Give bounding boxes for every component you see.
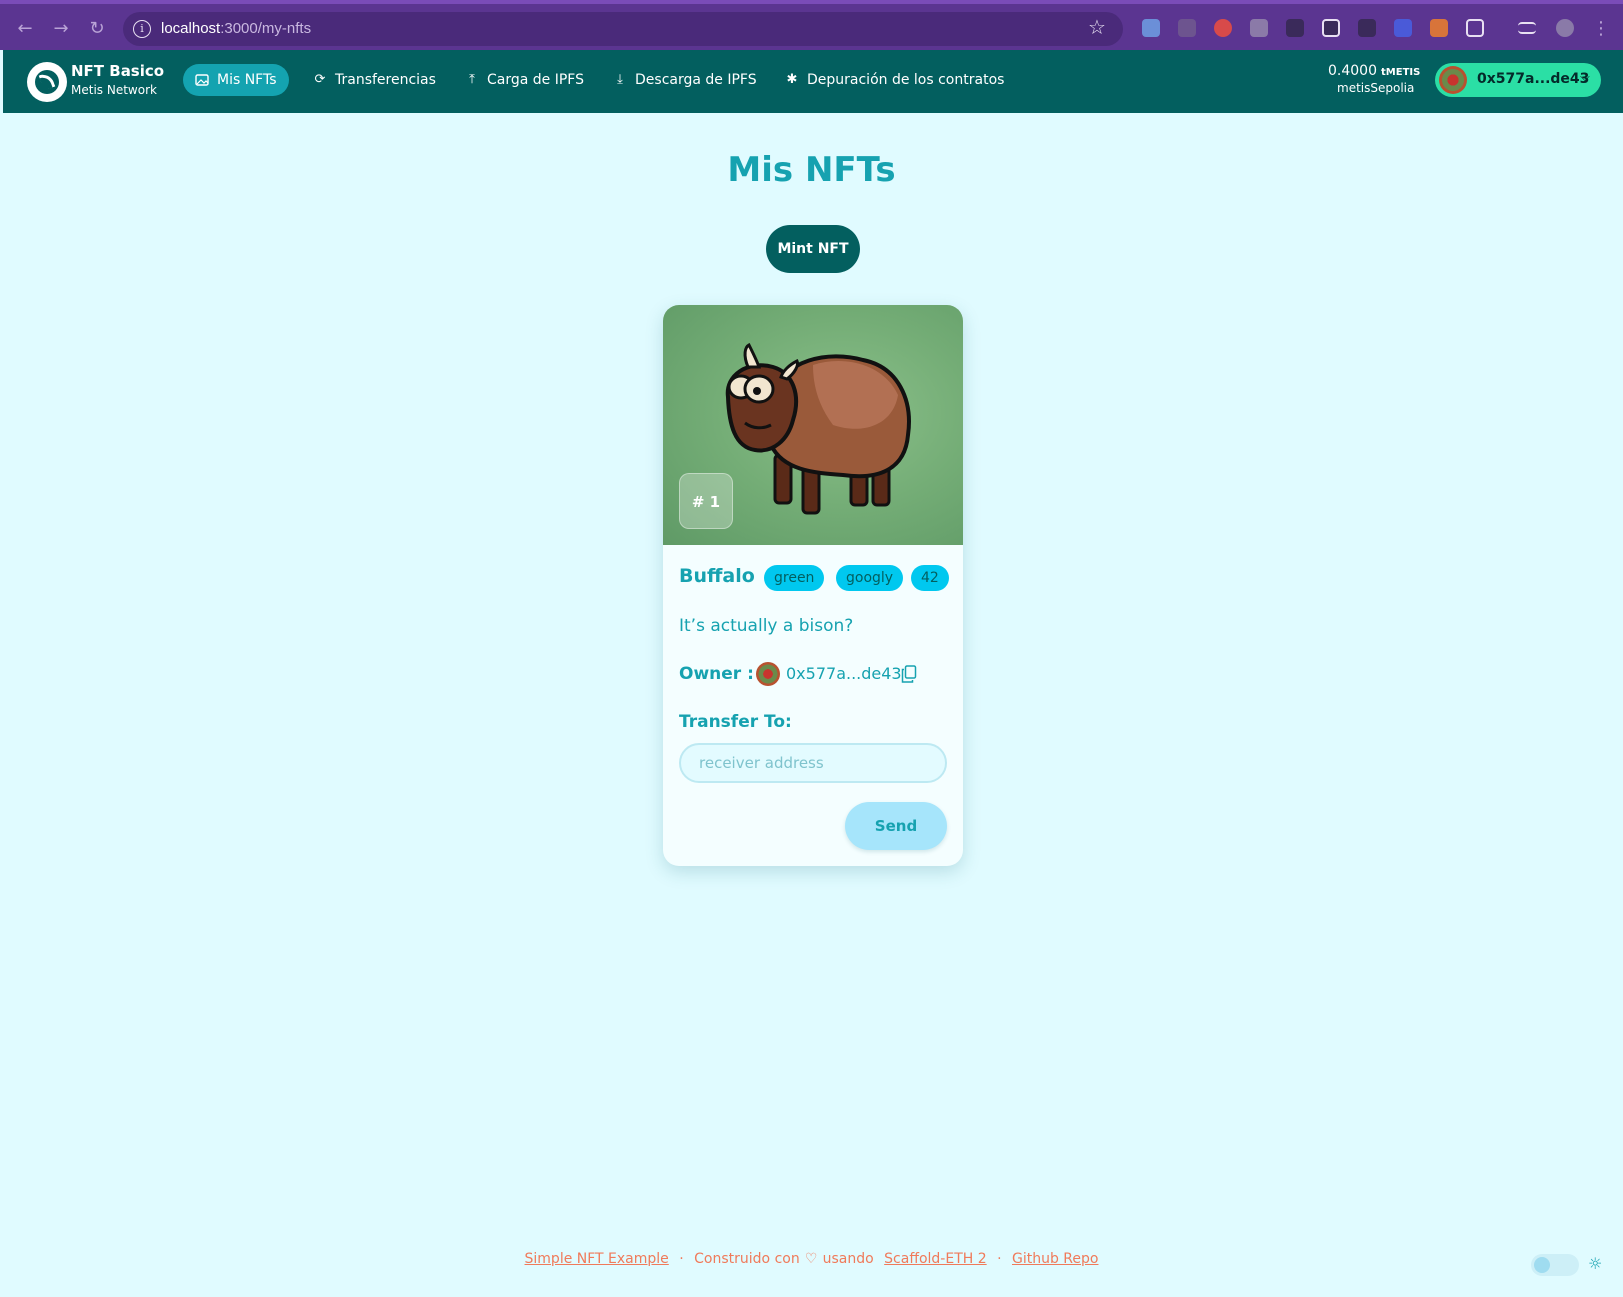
extension-icon[interactable]	[1178, 19, 1196, 37]
address-bar[interactable]: i localhost:3000/my-nfts	[123, 12, 1123, 46]
profile-avatar[interactable]	[1556, 19, 1574, 37]
url-text: localhost:3000/my-nfts	[161, 20, 312, 37]
scaffold-eth-link[interactable]: Scaffold-ETH 2	[884, 1251, 986, 1267]
send-button[interactable]: Send	[845, 802, 947, 850]
owner-address[interactable]: 0x577a...de43	[786, 664, 902, 683]
bookmark-star-icon[interactable]: ☆	[1088, 15, 1106, 39]
nav-descarga-ipfs[interactable]: ⤓ Descarga de IPFS	[601, 64, 769, 96]
nft-tag: green	[764, 565, 825, 591]
reload-icon[interactable]: ↻	[84, 16, 110, 42]
nav-label: Depuración de los contratos	[807, 72, 1005, 88]
back-icon[interactable]: ←	[12, 16, 38, 42]
token-id-badge: # 1	[679, 473, 733, 529]
heart-icon: ♡	[804, 1251, 818, 1267]
image-icon	[195, 73, 209, 87]
translate-extension-icon[interactable]	[1142, 19, 1160, 37]
account-address: 0x577a...de43	[1477, 71, 1590, 87]
nft-tag: 42	[911, 565, 949, 591]
account-avatar	[1439, 66, 1467, 94]
owner-label: Owner :	[679, 664, 754, 684]
nav-transferencias[interactable]: ⟳ Transferencias	[301, 64, 448, 96]
nft-name: Buffalo	[679, 565, 755, 587]
forward-icon[interactable]: →	[48, 16, 74, 42]
nft-tag: googly	[836, 565, 904, 591]
nav-carga-ipfs[interactable]: ⤒ Carga de IPFS	[453, 64, 596, 96]
zip-extension-icon[interactable]	[1394, 19, 1412, 37]
transfer-to-label: Transfer To:	[679, 712, 792, 732]
footer: Simple NFT Example · Construido con ♡ us…	[0, 1251, 1623, 1267]
reading-list-icon[interactable]	[1518, 22, 1536, 34]
sun-icon: ☼	[1588, 1254, 1603, 1273]
logo-icon[interactable]	[27, 62, 67, 102]
upload-icon: ⤒	[469, 72, 475, 87]
refresh-icon: ⟳	[314, 72, 326, 87]
nav-label: Descarga de IPFS	[635, 72, 757, 88]
network-name: metisSepolia	[1337, 81, 1415, 95]
chevron-down-icon: ⌵	[1580, 70, 1590, 85]
nav-depuracion-contratos[interactable]: ✱ Depuración de los contratos	[773, 64, 1016, 96]
balance: 0.4000 tMETIS	[1328, 63, 1421, 79]
browser-toolbar: ← → ↻ i localhost:3000/my-nfts ☆ ⋮	[0, 0, 1623, 50]
theme-toggle[interactable]	[1531, 1254, 1579, 1276]
nft-description: It’s actually a bison?	[679, 616, 854, 636]
nft-image: # 1	[663, 305, 963, 545]
download-icon: ⤓	[617, 72, 623, 87]
font-extension-icon[interactable]	[1358, 19, 1376, 37]
window-extension-icon[interactable]	[1322, 19, 1340, 37]
page-title: Mis NFTs	[727, 150, 896, 190]
nav-label: Transferencias	[335, 72, 436, 88]
nav-mis-nfts[interactable]: Mis NFTs	[183, 64, 289, 96]
built-with-text: Construido con	[694, 1251, 800, 1267]
stop-extension-icon[interactable]	[1214, 19, 1232, 37]
brand-subtitle: Metis Network	[71, 83, 157, 97]
fox-extension-icon[interactable]	[1430, 19, 1448, 37]
receiver-address-input[interactable]	[679, 743, 947, 783]
brand-title[interactable]: NFT Basico	[71, 62, 164, 80]
separator: ·	[679, 1251, 684, 1267]
nav-label: Mis NFTs	[217, 72, 277, 88]
camera-extension-icon[interactable]	[1250, 19, 1268, 37]
separator: ·	[997, 1251, 1002, 1267]
app-header: NFT Basico Metis Network Mis NFTs ⟳ Tran…	[3, 50, 1623, 113]
github-repo-link[interactable]: Github Repo	[1012, 1251, 1098, 1267]
copy-icon[interactable]	[901, 665, 917, 683]
account-button[interactable]: 0x577a...de43 ⌵	[1435, 63, 1601, 97]
nft-card: # 1 Buffalo green googly 42 It’s actuall…	[663, 305, 963, 866]
simple-nft-example-link[interactable]: Simple NFT Example	[525, 1251, 669, 1267]
nav-label: Carga de IPFS	[487, 72, 584, 88]
eyedropper-extension-icon[interactable]	[1286, 19, 1304, 37]
using-text: usando	[822, 1251, 874, 1267]
puzzle-extension-icon[interactable]	[1466, 19, 1484, 37]
mint-nft-button[interactable]: Mint NFT	[766, 225, 860, 273]
more-menu-icon[interactable]: ⋮	[1588, 16, 1614, 42]
site-info-icon[interactable]: i	[133, 20, 151, 38]
owner-avatar	[756, 662, 780, 686]
bug-icon: ✱	[786, 72, 798, 87]
